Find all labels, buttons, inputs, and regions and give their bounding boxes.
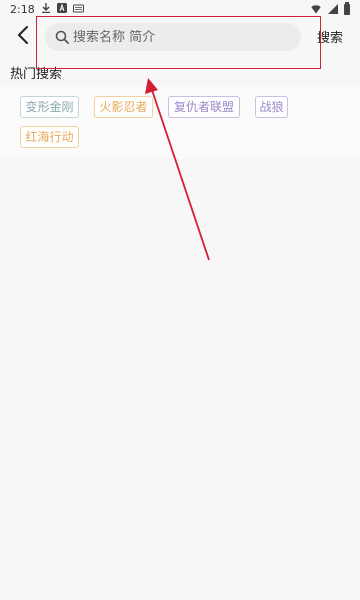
hot-search-title: 热门搜索 <box>10 67 63 82</box>
hot-tag-3[interactable]: 复仇者联盟 <box>168 96 240 118</box>
cellular-signal-icon <box>328 4 338 14</box>
bottom-nav-bar <box>0 590 360 600</box>
download-icon <box>41 2 51 16</box>
back-button[interactable] <box>10 23 36 51</box>
search-box[interactable] <box>45 23 301 51</box>
hot-tag-5[interactable]: 红海行动 <box>20 126 79 148</box>
status-right <box>310 1 350 15</box>
search-header: 搜索 <box>0 18 360 58</box>
status-time: 2:18 <box>10 2 35 16</box>
status-left: 2:18 <box>10 2 84 16</box>
status-bar: 2:18 <box>0 0 360 18</box>
app-a-icon <box>56 2 67 16</box>
search-icon <box>55 30 69 44</box>
battery-icon <box>344 1 350 15</box>
search-button[interactable]: 搜索 <box>317 27 343 46</box>
search-input[interactable] <box>73 29 293 45</box>
hot-tag-1[interactable]: 变形金刚 <box>20 96 79 118</box>
chevron-left-icon <box>16 26 30 48</box>
wifi-icon <box>310 5 322 14</box>
hot-tag-4[interactable]: 战狼 <box>255 96 288 118</box>
hot-search-tags: 变形金刚 火影忍者 复仇者联盟 战狼 红海行动 <box>0 86 360 158</box>
hot-tag-2[interactable]: 火影忍者 <box>94 96 153 118</box>
keyboard-icon <box>72 3 84 16</box>
